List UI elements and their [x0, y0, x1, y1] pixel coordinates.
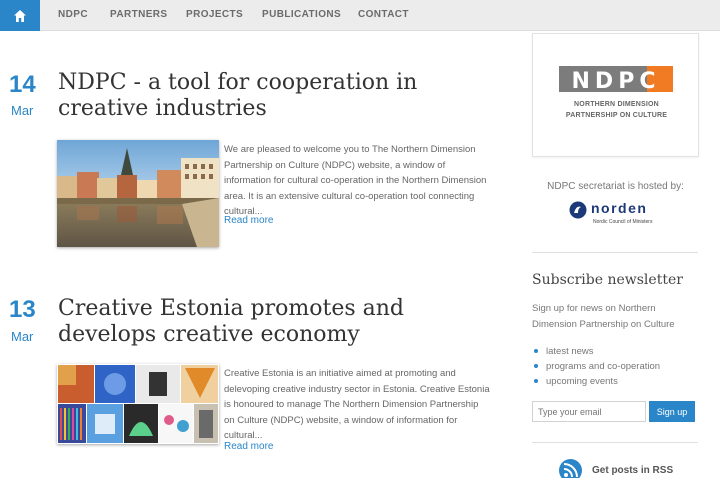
sign-up-button[interactable]: Sign up: [649, 401, 695, 422]
post-excerpt: We are pleased to welcome you to The Nor…: [224, 144, 487, 217]
post-date-day: 13: [9, 296, 36, 323]
city-river-image: [57, 140, 219, 247]
nav-item-partners[interactable]: PARTNERS: [110, 9, 167, 20]
home-icon: [14, 9, 26, 22]
norden-name: norden: [591, 200, 648, 216]
list-item: latest news: [532, 344, 660, 359]
top-navigation: NDPC PARTNERS PROJECTS PUBLICATIONS CONT…: [0, 0, 720, 31]
post-title[interactable]: NDPC - a tool for cooperation in creativ…: [58, 70, 498, 122]
rss-link[interactable]: Get posts in RSS: [592, 465, 673, 476]
home-button[interactable]: [0, 0, 40, 31]
read-more-link[interactable]: Read more: [224, 215, 273, 226]
nav-item-contact[interactable]: CONTACT: [358, 9, 409, 20]
rss-feed-icon: [563, 463, 578, 478]
post-date-month: Mar: [11, 329, 34, 344]
norden-swan-icon: [569, 201, 587, 219]
divider: [532, 252, 698, 253]
post-date-month: Mar: [11, 103, 34, 118]
newsletter-description: Sign up for news on Northern Dimension P…: [532, 303, 675, 330]
post-thumbnail[interactable]: [57, 364, 219, 444]
post-date-day: 14: [9, 71, 36, 98]
rss-icon[interactable]: [559, 459, 582, 478]
logo-subtitle: PARTNERSHIP ON CULTURE: [565, 112, 668, 119]
logo-subtitle: NORTHERN DIMENSION: [574, 101, 659, 108]
post-excerpt: Creative Estonia is an initiative aimed …: [224, 368, 490, 441]
norden-subtitle: Nordic Council of Ministers: [593, 219, 653, 225]
ndpc-logo-text: NDPC: [571, 69, 661, 94]
nav-item-projects[interactable]: PROJECTS: [186, 9, 243, 20]
hosted-by-text: NDPC secretariat is hosted by:: [547, 181, 684, 192]
nav-item-publications[interactable]: PUBLICATIONS: [262, 9, 341, 20]
newsletter-topics: latest news programs and co-operation up…: [532, 344, 660, 389]
post-title[interactable]: Creative Estonia promotes and develops c…: [58, 296, 498, 348]
ndpc-logo-box[interactable]: NDPC NORTHERN DIMENSION PARTNERSHIP ON C…: [532, 33, 699, 157]
email-input[interactable]: [532, 401, 646, 422]
list-item: programs and co-operation: [532, 359, 660, 374]
list-item: upcoming events: [532, 374, 660, 389]
divider: [532, 442, 698, 443]
post-thumbnail[interactable]: [57, 140, 219, 247]
read-more-link[interactable]: Read more: [224, 441, 273, 452]
newsletter-title: Subscribe newsletter: [532, 272, 683, 288]
nav-item-ndpc[interactable]: NDPC: [58, 9, 88, 20]
collage-image: [57, 364, 219, 444]
norden-logo[interactable]: norden Nordic Council of Ministers: [569, 200, 669, 230]
